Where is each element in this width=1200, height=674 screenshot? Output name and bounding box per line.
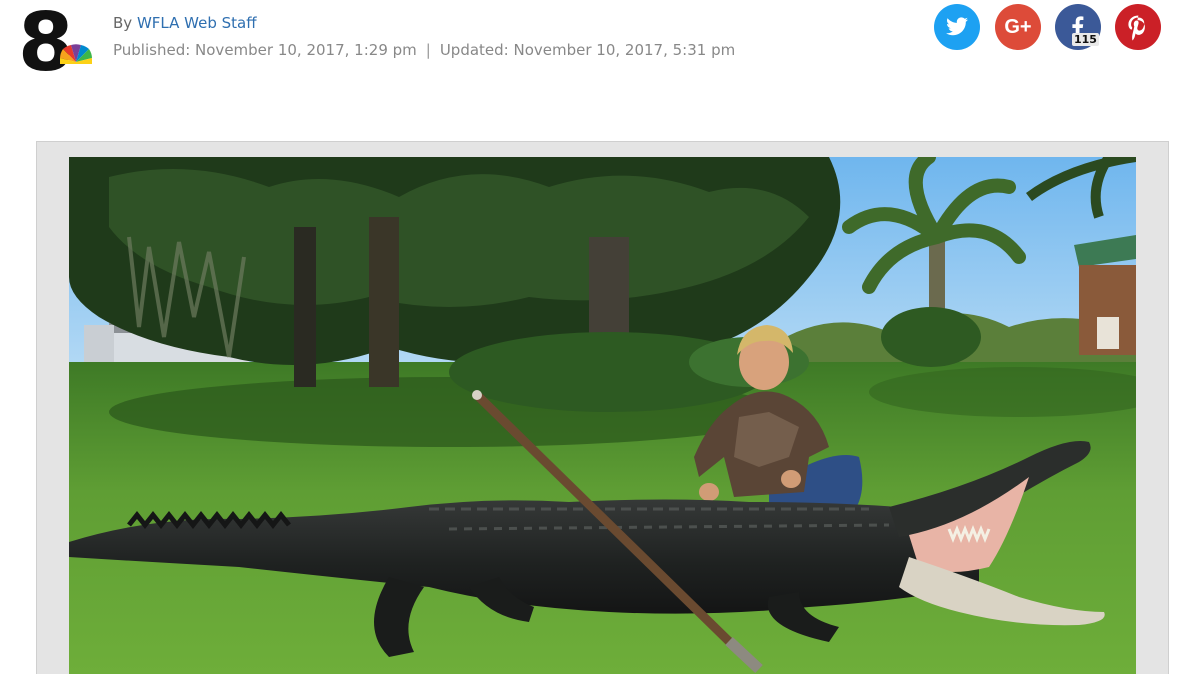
pinterest-p-icon <box>1128 15 1145 41</box>
byline-prefix: By <box>113 14 133 32</box>
twitter-bird-icon <box>946 17 968 36</box>
published-date: Published: November 10, 2017, 1:29 pm <box>113 41 417 59</box>
facebook-share-count: 115 <box>1072 33 1099 46</box>
googleplus-label: G+ <box>1004 16 1032 38</box>
station-logo[interactable]: 8 <box>18 0 98 89</box>
googleplus-share-button[interactable]: G+ <box>995 4 1041 50</box>
pinterest-share-button[interactable] <box>1115 4 1161 50</box>
author-link[interactable]: WFLA Web Staff <box>137 14 257 32</box>
article-photo[interactable] <box>69 157 1136 674</box>
updated-date: Updated: November 10, 2017, 5:31 pm <box>439 41 736 59</box>
date-separator: | <box>425 41 431 59</box>
twitter-share-button[interactable] <box>934 4 980 50</box>
alligator-photo-illustration <box>69 157 1136 674</box>
byline: By WFLA Web Staff <box>113 14 257 32</box>
article-image-frame <box>36 141 1169 674</box>
facebook-share-button[interactable]: 115 <box>1055 4 1101 50</box>
publish-dates: Published: November 10, 2017, 1:29 pm | Up… <box>113 41 735 59</box>
